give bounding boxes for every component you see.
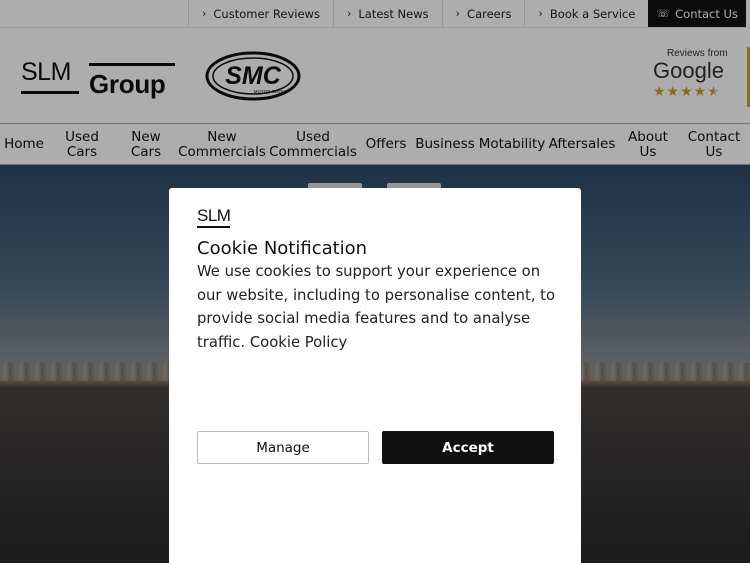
dialog-body: We use cookies to support your experienc… [197, 260, 557, 354]
modal-logo-underline [197, 226, 230, 228]
cookie-policy-link[interactable]: Cookie Policy [250, 334, 348, 351]
manage-button[interactable]: Manage [197, 431, 369, 464]
cookie-notification-dialog: SLM Cookie Notification We use cookies t… [169, 188, 581, 563]
modal-slm-logo: SLM [197, 207, 231, 228]
accept-button[interactable]: Accept [382, 431, 554, 464]
dialog-title: Cookie Notification [197, 238, 368, 259]
